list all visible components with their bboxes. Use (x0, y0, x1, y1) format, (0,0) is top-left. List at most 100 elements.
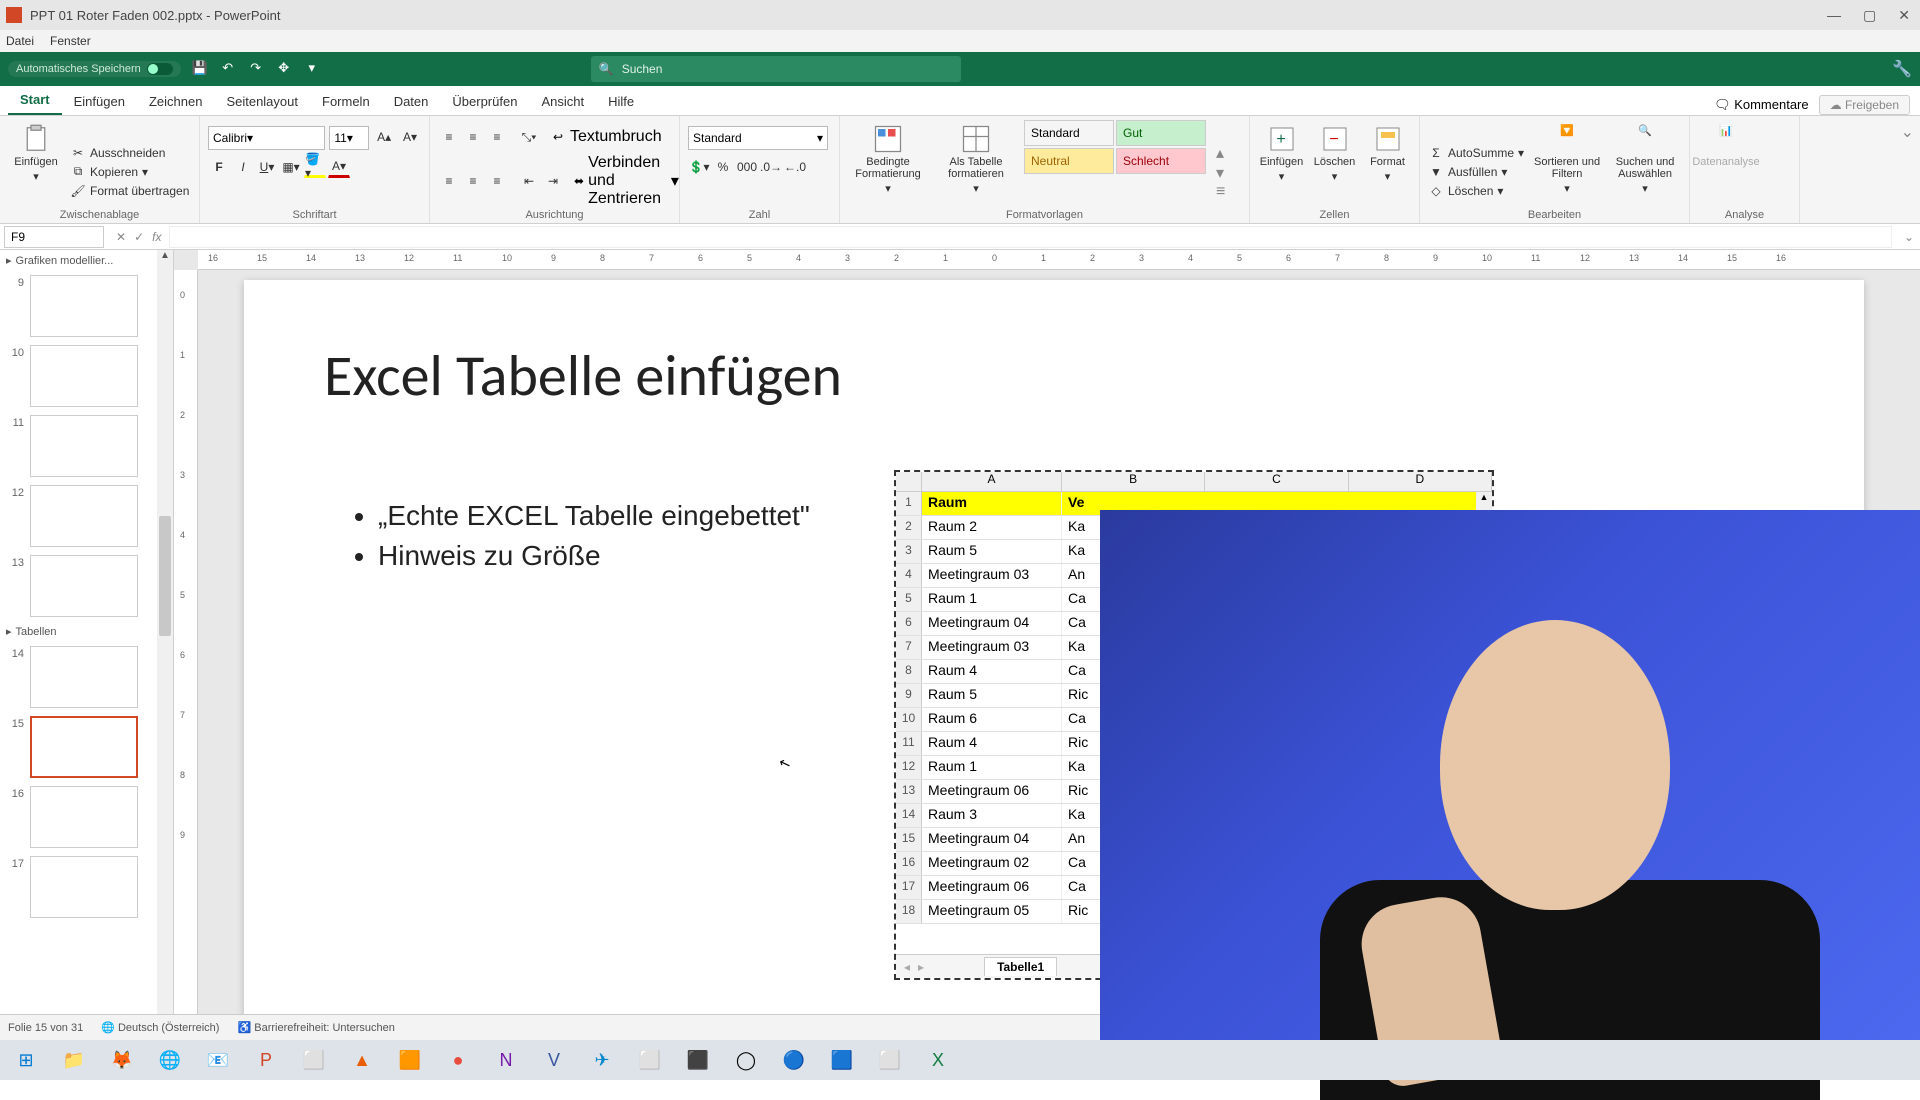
row-header[interactable]: 8 (896, 660, 922, 683)
app-icon[interactable]: 🟧 (388, 1043, 432, 1077)
section-header[interactable]: ▸ Grafiken modellier... (0, 250, 173, 271)
style-neutral[interactable]: Neutral (1024, 148, 1114, 174)
cell[interactable]: Raum 6 (922, 708, 1062, 731)
increase-font-icon[interactable]: A▴ (373, 126, 395, 148)
tab-hilfe[interactable]: Hilfe (596, 88, 646, 115)
row-header[interactable]: 11 (896, 732, 922, 755)
save-icon[interactable]: 💾 (191, 60, 209, 78)
autosave-toggle[interactable]: Automatisches Speichern (8, 61, 181, 77)
app-icon[interactable]: ⬜ (868, 1043, 912, 1077)
app-icon[interactable]: 🔵 (772, 1043, 816, 1077)
slide-bullets[interactable]: „Echte EXCEL Tabelle eingebettet" Hinwei… (354, 500, 810, 580)
tab-einfuegen[interactable]: Einfügen (62, 88, 137, 115)
outlook-icon[interactable]: 📧 (196, 1043, 240, 1077)
sheet-nav-prev-icon[interactable]: ◂ (896, 960, 918, 974)
style-schlecht[interactable]: Schlecht (1116, 148, 1206, 174)
row-header[interactable]: 18 (896, 900, 922, 923)
align-top-icon[interactable]: ≡ (438, 126, 460, 148)
menu-file[interactable]: Datei (6, 34, 34, 48)
format-as-table-button[interactable]: Als Tabelle formatieren▾ (938, 120, 1014, 223)
col-header[interactable]: B (1062, 472, 1205, 491)
close-button[interactable]: ✕ (1898, 7, 1910, 24)
wrap-text-button[interactable]: ↩Textumbruch (550, 128, 662, 146)
currency-icon[interactable]: 💲▾ (688, 156, 710, 178)
underline-button[interactable]: U▾ (256, 156, 278, 178)
format-cells-button[interactable]: Format▾ (1364, 120, 1411, 223)
status-language[interactable]: 🌐 Deutsch (Österreich) (101, 1021, 219, 1034)
toggle-icon[interactable] (147, 63, 173, 75)
row-header[interactable]: 16 (896, 852, 922, 875)
telegram-icon[interactable]: ✈ (580, 1043, 624, 1077)
cell[interactable]: Meetingraum 03 (922, 564, 1062, 587)
cell[interactable]: Meetingraum 05 (922, 900, 1062, 923)
slide-thumbnail[interactable]: 17 (0, 852, 173, 922)
cell[interactable]: Meetingraum 06 (922, 876, 1062, 899)
sort-filter-button[interactable]: 🔽Sortieren und Filtern▾ (1532, 120, 1602, 223)
slide-thumbnail[interactable]: 16 (0, 782, 173, 852)
styles-more-icon[interactable]: ▴▾≡ (1216, 120, 1225, 223)
app-icon[interactable]: ⬜ (628, 1043, 672, 1077)
fx-icon[interactable]: fx (152, 230, 161, 244)
row-header[interactable]: 4 (896, 564, 922, 587)
row-header[interactable]: 5 (896, 588, 922, 611)
increase-indent-icon[interactable]: ⇥ (542, 170, 564, 192)
cell[interactable]: Meetingraum 03 (922, 636, 1062, 659)
collapse-ribbon-icon[interactable]: ⌄ (1895, 116, 1920, 223)
clear-button[interactable]: ◇Löschen ▾ (1428, 183, 1524, 199)
expand-formula-icon[interactable]: ⌄ (1898, 230, 1920, 244)
qat-more-icon[interactable]: ▾ (303, 60, 321, 78)
increase-decimal-icon[interactable]: .0→ (760, 156, 782, 178)
row-header[interactable]: 10 (896, 708, 922, 731)
status-accessibility[interactable]: ♿ Barrierefreiheit: Untersuchen (237, 1021, 394, 1034)
col-header[interactable]: C (1205, 472, 1348, 491)
align-bottom-icon[interactable]: ≡ (486, 126, 508, 148)
style-gut[interactable]: Gut (1116, 120, 1206, 146)
slide-thumbnail[interactable]: 10 (0, 341, 173, 411)
copy-button[interactable]: ⧉Kopieren ▾ (70, 164, 189, 180)
scroll-up-icon[interactable]: ▲ (157, 250, 173, 266)
slide-thumbnail[interactable]: 15 (0, 712, 173, 782)
slide-title[interactable]: Excel Tabelle einfügen (324, 340, 842, 411)
obs-icon[interactable]: ⬛ (676, 1043, 720, 1077)
undo-button[interactable]: ↶ (219, 60, 237, 78)
cancel-formula-icon[interactable]: ✕ (116, 230, 126, 244)
row-header[interactable]: 13 (896, 780, 922, 803)
touch-mode-icon[interactable]: ✥ (275, 60, 293, 78)
redo-button[interactable]: ↷ (247, 60, 265, 78)
excel-taskbar-icon[interactable]: X (916, 1043, 960, 1077)
merge-button[interactable]: ⬌Verbinden und Zentrieren ▾ (574, 154, 679, 208)
cut-button[interactable]: ✂Ausschneiden (70, 145, 189, 161)
comments-button[interactable]: 🗨 Kommentare (1714, 97, 1809, 113)
formula-input[interactable] (169, 226, 1891, 248)
cell[interactable]: Raum 1 (922, 756, 1062, 779)
tab-daten[interactable]: Daten (382, 88, 441, 115)
font-size-select[interactable]: 11 ▾ (329, 126, 369, 150)
align-center-icon[interactable]: ≡ (462, 170, 484, 192)
cell[interactable]: Raum 4 (922, 732, 1062, 755)
tab-zeichnen[interactable]: Zeichnen (137, 88, 214, 115)
row-header[interactable]: 9 (896, 684, 922, 707)
border-button[interactable]: ▦▾ (280, 156, 302, 178)
maximize-button[interactable]: ▢ (1863, 7, 1876, 24)
row-header[interactable]: 14 (896, 804, 922, 827)
thumbnail-scrollbar[interactable]: ▲ ▼ (157, 250, 173, 1046)
start-button[interactable]: ⊞ (4, 1043, 48, 1077)
row-header[interactable]: 7 (896, 636, 922, 659)
thousands-icon[interactable]: 000 (736, 156, 758, 178)
orientation-icon[interactable]: ⤡▾ (518, 126, 540, 148)
cell[interactable]: Raum (922, 492, 1062, 515)
sheet-nav-next-icon[interactable]: ▸ (918, 960, 924, 974)
slide-thumbnail[interactable]: 9 (0, 271, 173, 341)
fill-button[interactable]: ▼Ausfüllen ▾ (1428, 164, 1524, 180)
vlc-icon[interactable]: ▲ (340, 1043, 384, 1077)
row-header[interactable]: 3 (896, 540, 922, 563)
decrease-decimal-icon[interactable]: ←.0 (784, 156, 806, 178)
chrome-icon[interactable]: 🌐 (148, 1043, 192, 1077)
slide-thumbnail[interactable]: 13 (0, 551, 173, 621)
row-header[interactable]: 2 (896, 516, 922, 539)
app-icon[interactable]: ● (436, 1043, 480, 1077)
percent-icon[interactable]: % (712, 156, 734, 178)
delete-cells-button[interactable]: −Löschen▾ (1311, 120, 1358, 223)
tab-ueberpruefen[interactable]: Überprüfen (440, 88, 529, 115)
firefox-icon[interactable]: 🦊 (100, 1043, 144, 1077)
